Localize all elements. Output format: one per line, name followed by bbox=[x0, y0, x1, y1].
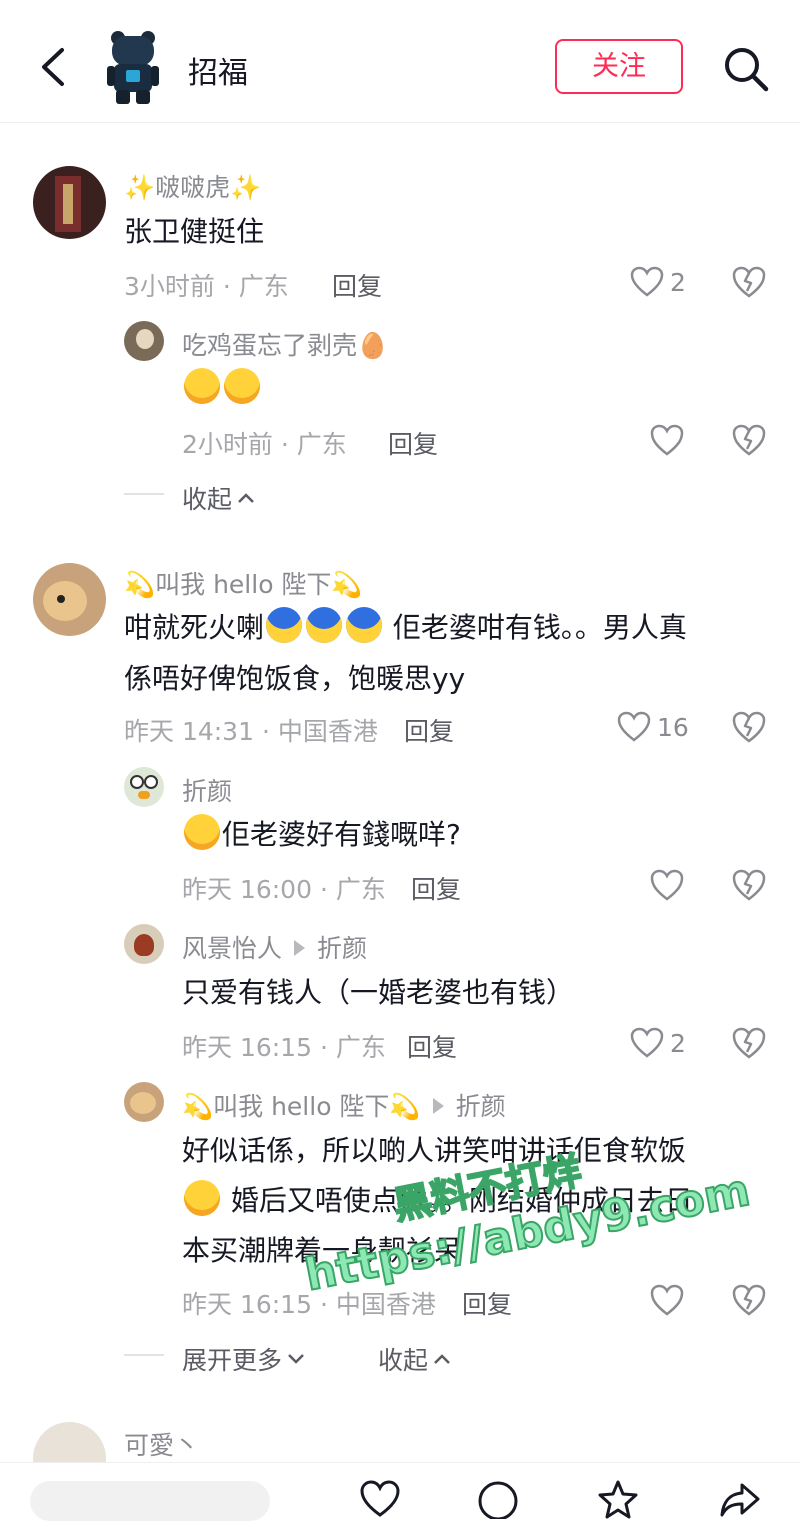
reply-button[interactable]: 回复 bbox=[332, 267, 382, 303]
like-count: 2 bbox=[670, 1028, 686, 1058]
share-icon[interactable] bbox=[718, 1479, 762, 1519]
dislike-icon[interactable] bbox=[731, 868, 767, 902]
reply-author-name[interactable]: 💫叫我 hello 陛下💫 bbox=[182, 1092, 421, 1121]
reply-to-name[interactable]: 折颜 bbox=[317, 934, 367, 963]
collapse-button[interactable]: 收起 bbox=[182, 480, 255, 516]
reply-text: 佢老婆好有錢嘅咩? bbox=[182, 810, 461, 860]
collapse-button[interactable]: 收起 bbox=[378, 1341, 451, 1377]
chevron-up-icon bbox=[238, 493, 254, 503]
dislike-icon[interactable] bbox=[731, 710, 767, 744]
reply-author[interactable]: 💫叫我 hello 陛下💫 折颜 bbox=[182, 1087, 506, 1123]
reply-meta: 2小时前 · 广东 bbox=[182, 430, 347, 459]
avatar[interactable] bbox=[124, 321, 164, 361]
like-button[interactable]: 16 bbox=[617, 709, 689, 745]
reply-author[interactable]: 吃鸡蛋忘了剥壳🥚 bbox=[182, 326, 388, 362]
like-count: 16 bbox=[657, 712, 689, 742]
bearbrick-avatar-icon[interactable] bbox=[104, 30, 162, 106]
reply-text-part: 佢老婆好有錢嘅咩? bbox=[222, 818, 461, 851]
like-count: 2 bbox=[670, 267, 686, 297]
reply-text: 只爱有钱人（一婚老婆也有钱） bbox=[182, 976, 575, 1009]
comment-meta: 3小时前 · 广东 bbox=[124, 272, 289, 301]
comment-text: 咁就死火喇 佢老婆咁有钱。。男人真 bbox=[124, 603, 687, 653]
heart-icon[interactable] bbox=[649, 1283, 685, 1317]
expand-label: 展开更多 bbox=[182, 1346, 283, 1375]
reply-to-name[interactable]: 折颜 bbox=[456, 1092, 506, 1121]
reply-meta: 昨天 16:15 · 广东 bbox=[182, 1033, 386, 1062]
reply-button[interactable]: 回复 bbox=[404, 712, 454, 748]
blue-hair-face-icon bbox=[346, 607, 383, 643]
comment-text-part: 佢老婆咁有钱。。男人真 bbox=[384, 611, 687, 644]
chevron-down-icon bbox=[288, 1354, 304, 1364]
reply-button[interactable]: 回复 bbox=[411, 870, 461, 906]
comment-author[interactable]: ✨啵啵虎✨ bbox=[124, 168, 261, 204]
page-title: 招福 bbox=[188, 56, 248, 91]
reply-to-arrow-icon bbox=[294, 940, 306, 956]
dislike-icon[interactable] bbox=[731, 265, 767, 299]
comment-text-part: 咁就死火喇 bbox=[124, 611, 265, 644]
grinning-face-icon bbox=[184, 1180, 220, 1216]
reply-text bbox=[182, 364, 262, 414]
avatar[interactable] bbox=[33, 563, 106, 636]
reply-meta: 昨天 16:00 · 广东 bbox=[182, 875, 386, 904]
dislike-icon[interactable] bbox=[731, 1026, 767, 1060]
reply-button[interactable]: 回复 bbox=[462, 1285, 512, 1321]
top-bar: 招福 关注 bbox=[0, 0, 800, 123]
dislike-icon[interactable] bbox=[731, 423, 767, 457]
expand-more-button[interactable]: 展开更多 bbox=[182, 1341, 305, 1377]
blue-hair-face-icon bbox=[266, 607, 303, 643]
back-arrow-icon[interactable] bbox=[36, 44, 70, 90]
heart-icon bbox=[630, 266, 664, 297]
avatar[interactable] bbox=[124, 1082, 164, 1122]
comment-input[interactable] bbox=[30, 1481, 270, 1521]
search-icon[interactable] bbox=[722, 45, 770, 93]
crying-face-icon bbox=[184, 368, 220, 404]
surprised-face-icon bbox=[184, 814, 220, 850]
chevron-up-icon bbox=[434, 1354, 450, 1364]
bottom-toolbar bbox=[0, 1462, 800, 1521]
heart-icon[interactable] bbox=[358, 1479, 402, 1519]
avatar[interactable] bbox=[33, 166, 106, 239]
reply-author-name[interactable]: 风景怡人 bbox=[182, 934, 282, 963]
comment-text: 张卫健挺住 bbox=[124, 215, 265, 248]
avatar[interactable] bbox=[124, 767, 164, 807]
follow-button[interactable]: 关注 bbox=[555, 39, 683, 94]
comment-author[interactable]: 💫叫我 hello 陛下💫 bbox=[124, 565, 363, 601]
heart-icon[interactable] bbox=[649, 423, 685, 457]
star-icon[interactable] bbox=[596, 1479, 640, 1519]
like-button[interactable]: 2 bbox=[630, 264, 686, 300]
reply-author[interactable]: 风景怡人 折颜 bbox=[182, 929, 367, 965]
comment-author[interactable]: 可愛丶 bbox=[124, 1426, 199, 1462]
divider bbox=[124, 1354, 164, 1356]
avatar[interactable] bbox=[124, 924, 164, 964]
heart-icon[interactable] bbox=[649, 868, 685, 902]
crying-face-icon bbox=[224, 368, 260, 404]
reply-author[interactable]: 折颜 bbox=[182, 772, 232, 808]
comment-text: 係唔好俾饱饭食，饱暖思yy bbox=[124, 662, 466, 695]
heart-icon bbox=[630, 1027, 664, 1058]
divider bbox=[124, 493, 164, 495]
reply-button[interactable]: 回复 bbox=[388, 425, 438, 461]
blue-hair-face-icon bbox=[306, 607, 343, 643]
like-button[interactable]: 2 bbox=[630, 1025, 686, 1061]
comment-icon[interactable] bbox=[476, 1479, 520, 1519]
comment-meta: 昨天 14:31 · 中国香港 bbox=[124, 717, 378, 746]
reply-button[interactable]: 回复 bbox=[407, 1028, 457, 1064]
dislike-icon[interactable] bbox=[731, 1283, 767, 1317]
reply-to-arrow-icon bbox=[432, 1098, 444, 1114]
heart-icon bbox=[617, 711, 651, 742]
collapse-label: 收起 bbox=[378, 1346, 429, 1375]
collapse-label: 收起 bbox=[182, 485, 233, 514]
